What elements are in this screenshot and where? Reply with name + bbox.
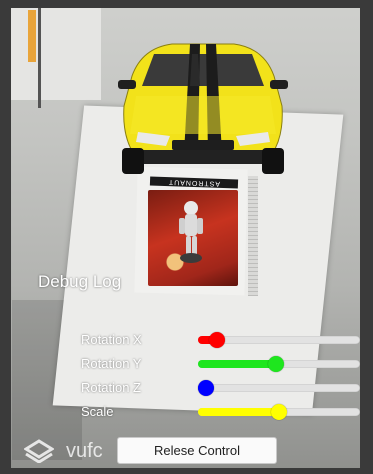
vuforia-watermark-text: vufc: [66, 440, 103, 462]
debug-log-label: Debug Log: [38, 272, 122, 291]
camera-frame-border: [0, 0, 373, 474]
rotation-x-label: Rotation X: [81, 332, 142, 347]
rotation-z-slider-handle[interactable]: [198, 380, 215, 396]
vuforia-logo-icon: [24, 439, 54, 463]
rotation-y-slider[interactable]: [198, 356, 360, 372]
scale-label: Scale: [81, 404, 114, 419]
rotation-z-slider[interactable]: [198, 380, 360, 396]
rotation-z-label: Rotation Z: [81, 380, 141, 395]
rotation-y-slider-fill: [198, 360, 276, 368]
rotation-x-slider[interactable]: [198, 332, 360, 348]
release-control-button[interactable]: Relese Control: [117, 437, 277, 464]
rotation-y-slider-handle[interactable]: [267, 356, 284, 372]
ar-camera-view: ASTRONAUT Debug Log Rotation X Rotation …: [0, 0, 373, 474]
scale-slider[interactable]: [198, 404, 360, 420]
scale-slider-handle[interactable]: [271, 404, 287, 420]
scale-slider-fill: [198, 408, 279, 416]
rotation-y-label: Rotation Y: [81, 356, 142, 371]
